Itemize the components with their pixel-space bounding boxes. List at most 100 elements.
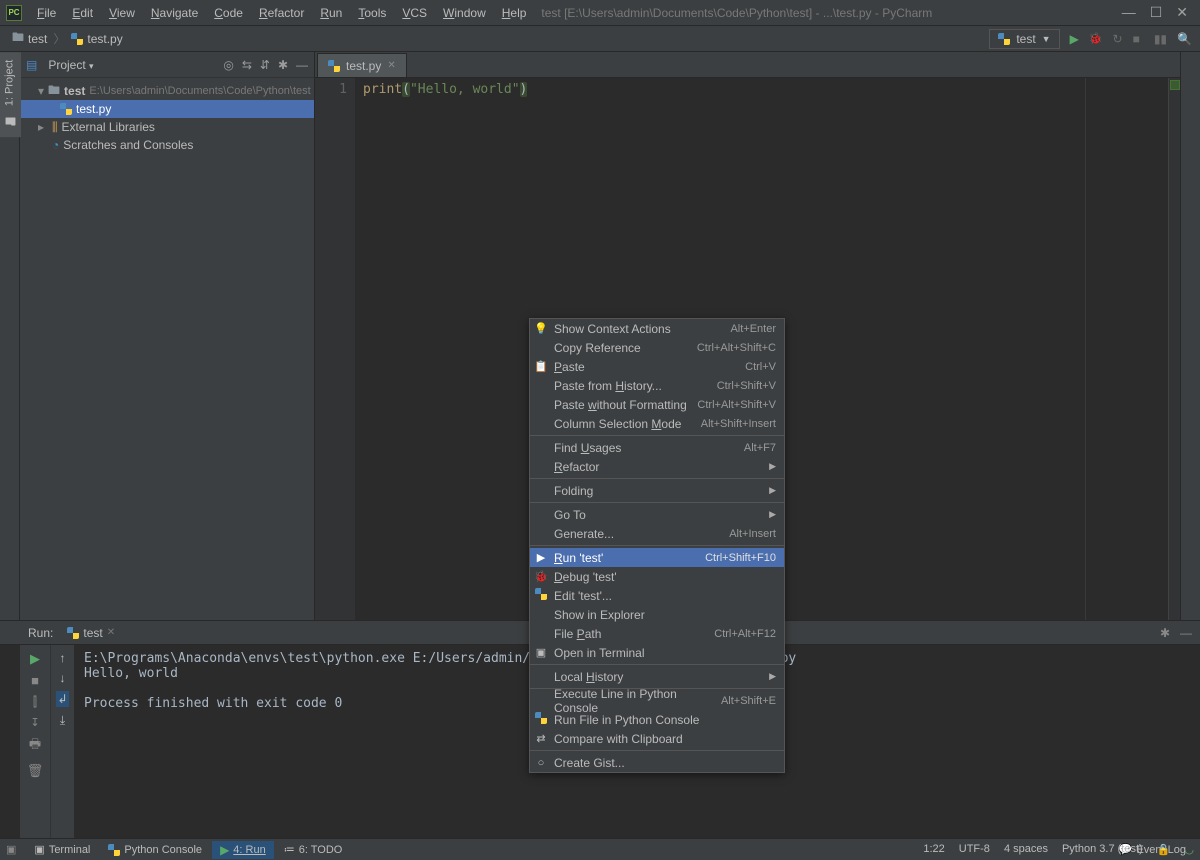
debug-button[interactable]: 🐞 [1089, 32, 1103, 45]
menu-refactor[interactable]: Refactor [252, 3, 311, 23]
menu-file[interactable]: File [30, 3, 63, 23]
menu-item-debug-test[interactable]: 🐞Debug 'test' [530, 567, 784, 586]
menu-item-label: Folding [554, 484, 593, 498]
scroll-icon[interactable]: ⤓ [60, 713, 65, 728]
close-tab-icon[interactable]: ✕ [107, 627, 115, 638]
menu-tools[interactable]: Tools [351, 3, 393, 23]
settings-icon[interactable]: ✱ [278, 58, 288, 72]
menu-item-local-history[interactable]: Local History▶ [530, 667, 784, 686]
submenu-arrow-icon: ▶ [769, 461, 776, 472]
project-tool-tab[interactable]: 🖿 1: Project [0, 52, 21, 137]
fold-icon[interactable]: ↧ [30, 716, 39, 729]
window-tools-icon[interactable]: ▣ [6, 843, 16, 856]
menu-item-show-context-actions[interactable]: 💡Show Context ActionsAlt+Enter [530, 319, 784, 338]
menu-item-go-to[interactable]: Go To▶ [530, 505, 784, 524]
menu-help[interactable]: Help [495, 3, 534, 23]
minimize-icon[interactable]: — [1122, 4, 1136, 21]
tree-external-libs[interactable]: ▸ ⫼ External Libraries [20, 118, 314, 136]
menu-item-execute-line-in-python-console[interactable]: Execute Line in Python ConsoleAlt+Shift+… [530, 691, 784, 710]
trash-icon[interactable]: 🗑 [27, 763, 44, 779]
menu-edit[interactable]: Edit [65, 3, 100, 23]
down-icon[interactable]: ↓ [60, 671, 66, 685]
menu-window[interactable]: Window [436, 3, 493, 23]
breadcrumb-folder[interactable]: 🖿 test [8, 26, 51, 51]
paste-icon: 📋 [534, 360, 548, 373]
print-icon[interactable]: 🖶 [29, 735, 41, 757]
indent-setting[interactable]: 4 spaces [1004, 843, 1048, 855]
inspection-ok-icon[interactable] [1170, 80, 1180, 90]
todo-tab[interactable]: ≔ 6: TODO [276, 841, 351, 858]
hide-icon[interactable]: — [296, 58, 308, 72]
python-console-tab[interactable]: Python Console [100, 842, 210, 858]
stop-icon[interactable]: ■ [1133, 32, 1140, 46]
menu-separator [530, 545, 784, 546]
file-encoding[interactable]: UTF-8 [959, 843, 990, 855]
sort-icon[interactable]: ⇵ [260, 58, 270, 72]
menu-item-open-in-terminal[interactable]: ▣Open in Terminal [530, 643, 784, 662]
search-icon[interactable]: 🔍 [1177, 32, 1192, 46]
scratch-icon: ◔ [52, 138, 59, 152]
menu-navigate[interactable]: Navigate [144, 3, 205, 23]
menu-view[interactable]: View [102, 3, 142, 23]
gear-icon[interactable]: ✱ [1160, 626, 1170, 640]
menu-item-label: Refactor [554, 460, 599, 474]
expand-arrow-icon[interactable]: ▸ [38, 120, 48, 134]
python-interpreter[interactable]: Python 3.7 (test) [1062, 843, 1143, 855]
show-icon: 💡 [534, 322, 548, 335]
expand-arrow-icon[interactable]: ▾ [38, 84, 44, 98]
menu-item-column-selection-mode[interactable]: Column Selection ModeAlt+Shift+Insert [530, 414, 784, 433]
python-icon [108, 844, 120, 856]
layout-icon[interactable]: ⫿ [33, 694, 37, 710]
breadcrumb-file[interactable]: test.py [67, 30, 126, 48]
menu-item-run-file-in-python-console[interactable]: Run File in Python Console [530, 710, 784, 729]
menu-item-copy-reference[interactable]: Copy ReferenceCtrl+Alt+Shift+C [530, 338, 784, 357]
editor-tab[interactable]: test.py ✕ [317, 53, 407, 77]
run-tab[interactable]: test ✕ [61, 624, 121, 642]
close-tab-icon[interactable]: ✕ [387, 60, 395, 71]
menu-item-paste[interactable]: 📋PasteCtrl+V [530, 357, 784, 376]
menu-vcs[interactable]: VCS [395, 3, 434, 23]
menu-item-label: Show Context Actions [554, 322, 671, 336]
cursor-position[interactable]: 1:22 [923, 843, 944, 855]
menu-shortcut: Alt+F7 [744, 442, 776, 454]
run-tab-label: 4: Run [233, 844, 265, 856]
menu-code[interactable]: Code [207, 3, 250, 23]
menu-item-refactor[interactable]: Refactor ▶ [530, 457, 784, 476]
up-icon[interactable]: ↑ [60, 651, 66, 665]
tree-file[interactable]: test.py [20, 100, 314, 118]
terminal-tab[interactable]: ▣ Terminal [26, 841, 98, 858]
menu-item-edit-test[interactable]: Edit 'test'... [530, 586, 784, 605]
menu-item-find-usages[interactable]: Find UsagesAlt+F7 [530, 438, 784, 457]
terminal-label: Terminal [49, 844, 91, 856]
menu-item-paste-without-formatting[interactable]: Paste without FormattingCtrl+Alt+Shift+V [530, 395, 784, 414]
stop-icon[interactable]: ■ [31, 673, 39, 688]
menu-item-compare-with-clipboard[interactable]: ⇄Compare with Clipboard [530, 729, 784, 748]
menu-item-generate[interactable]: Generate...Alt+Insert [530, 524, 784, 543]
menu-item-label: Compare with Clipboard [554, 732, 683, 746]
expand-icon[interactable]: ⇆ [242, 58, 252, 72]
menu-item-folding[interactable]: Folding▶ [530, 481, 784, 500]
coverage-icon[interactable]: ↻ [1113, 32, 1123, 46]
vcs-icon[interactable]: ▮▮ [1154, 32, 1167, 46]
menu-run[interactable]: Run [313, 3, 349, 23]
run-config-selector[interactable]: test ▼ [989, 29, 1059, 49]
maximize-icon[interactable]: ☐ [1150, 4, 1163, 21]
tree-root[interactable]: ▾ 🖿 test E:\Users\admin\Documents\Code\P… [20, 82, 314, 100]
menu-item-create-gist[interactable]: ○Create Gist... [530, 753, 784, 772]
run-tab[interactable]: ▶ 4: Run [212, 841, 274, 859]
project-panel-title[interactable]: Project ▾ [43, 55, 217, 75]
tree-scratches[interactable]: ◔ Scratches and Consoles [20, 136, 314, 154]
menu-item-file-path[interactable]: File PathCtrl+Alt+F12 [530, 624, 784, 643]
status-icon[interactable]: ◡ [1184, 843, 1194, 856]
python-file-icon [328, 60, 340, 72]
lock-icon[interactable]: 🔒 [1157, 843, 1171, 856]
hide-icon[interactable]: — [1180, 626, 1192, 640]
menu-item-run-test[interactable]: ▶Run 'test'Ctrl+Shift+F10 [530, 548, 784, 567]
softwrap-icon[interactable]: ↲ [56, 691, 68, 707]
menu-item-paste-from-history[interactable]: Paste from History...Ctrl+Shift+V [530, 376, 784, 395]
rerun-icon[interactable]: ▶ [30, 651, 40, 667]
menu-item-show-in-explorer[interactable]: Show in Explorer [530, 605, 784, 624]
run-button[interactable]: ▶ [1070, 32, 1079, 46]
close-icon[interactable]: ✕ [1176, 4, 1188, 21]
locate-icon[interactable]: ◎ [223, 58, 233, 72]
